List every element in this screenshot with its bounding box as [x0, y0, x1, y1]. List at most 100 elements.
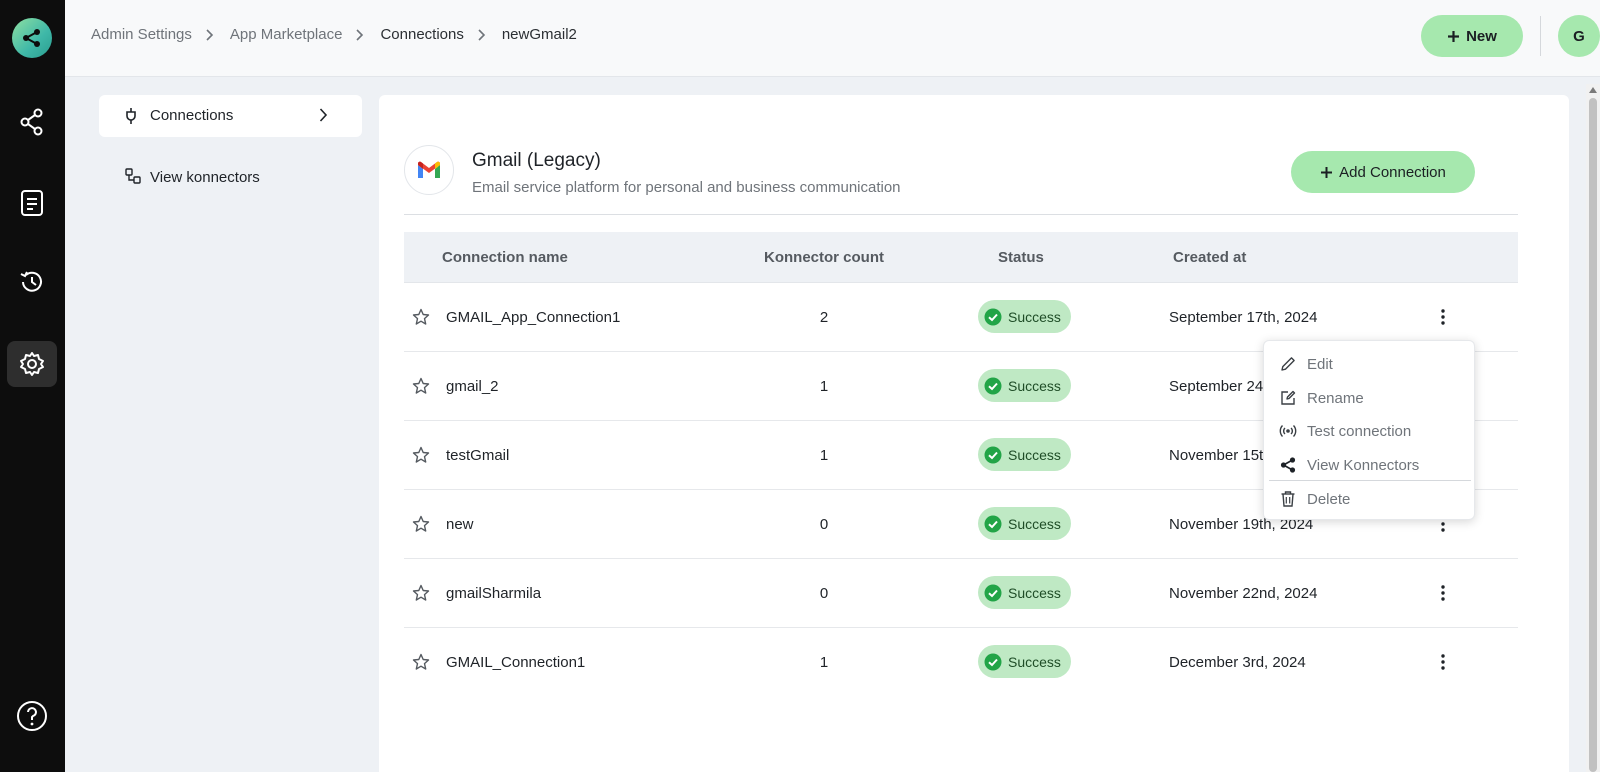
status-badge: Success [978, 369, 1071, 402]
star-icon[interactable] [412, 584, 430, 602]
row-actions-menu: Edit Rename Test connection View Konnect… [1263, 340, 1475, 520]
logo-share-icon [23, 29, 40, 47]
app-title: Gmail (Legacy) [472, 150, 601, 171]
left-rail [0, 0, 65, 772]
star-icon[interactable] [412, 377, 430, 395]
konnector-count: 0 [819, 516, 829, 533]
check-circle-icon [984, 308, 1002, 325]
new-button-label: New [1466, 27, 1497, 45]
menu-item-edit[interactable]: Edit [1264, 347, 1476, 381]
gmail-icon [418, 161, 440, 178]
rail-help-button[interactable] [7, 693, 57, 739]
history-icon [20, 271, 42, 292]
created-at: September 17th, 2024 [1169, 309, 1318, 326]
more-options-icon[interactable] [1431, 650, 1455, 674]
connection-name: new [446, 516, 474, 533]
more-options-icon[interactable] [1431, 581, 1455, 605]
status-label: Success [1008, 515, 1061, 532]
konnectors-icon [20, 108, 43, 136]
status-badge: Success [978, 576, 1071, 609]
column-created-at[interactable]: Created at [1173, 249, 1246, 266]
chevron-right-icon [478, 28, 488, 42]
menu-item-view-konnectors[interactable]: View Konnectors [1264, 448, 1476, 482]
page-scrollbar[interactable] [1586, 84, 1600, 772]
add-connection-button[interactable]: Add Connection [1291, 151, 1475, 193]
breadcrumb-connections[interactable]: Connections [380, 26, 463, 43]
star-icon[interactable] [412, 653, 430, 671]
connection-name: GMAIL_App_Connection1 [446, 309, 621, 326]
menu-item-label: Edit [1307, 356, 1333, 373]
status-badge: Success [978, 438, 1071, 471]
menu-item-delete[interactable]: Delete [1264, 482, 1476, 516]
avatar[interactable]: G [1558, 15, 1600, 57]
column-connection-name[interactable]: Connection name [442, 249, 568, 266]
subnav-connections-label: Connections [150, 107, 234, 124]
scroll-up-icon[interactable] [1589, 87, 1597, 93]
divider [404, 214, 1518, 215]
check-circle-icon [984, 584, 1002, 601]
header-divider [1540, 16, 1541, 56]
table-header: Connection name Konnector count Status C… [404, 232, 1518, 283]
more-options-icon[interactable] [1431, 305, 1455, 329]
new-button[interactable]: New [1421, 15, 1523, 57]
subnav-connections[interactable]: Connections [99, 95, 362, 137]
star-icon[interactable] [412, 515, 430, 533]
konnector-count: 0 [819, 585, 829, 602]
connection-name: GMAIL_Connection1 [446, 654, 586, 671]
column-status[interactable]: Status [998, 249, 1044, 266]
menu-item-rename[interactable]: Rename [1264, 381, 1476, 415]
konnector-count: 2 [819, 309, 829, 326]
subnav-view-konnectors-label: View konnectors [150, 169, 260, 186]
status-badge: Success [978, 300, 1071, 333]
menu-item-test-connection[interactable]: Test connection [1264, 414, 1476, 448]
menu-item-label: Delete [1307, 491, 1351, 508]
created-at: December 3rd, 2024 [1169, 654, 1306, 671]
connection-name: gmailSharmila [446, 585, 542, 602]
share-icon [1280, 457, 1296, 473]
breadcrumb-current: newGmail2 [501, 26, 577, 43]
menu-item-label: View Konnectors [1307, 457, 1420, 474]
connection-name: gmail_2 [446, 378, 499, 395]
created-at: November 22nd, 2024 [1169, 585, 1318, 602]
chevron-right-icon [206, 28, 216, 42]
star-icon[interactable] [412, 446, 430, 464]
status-label: Success [1008, 377, 1061, 394]
pencil-icon [1281, 357, 1295, 371]
menu-item-label: Test connection [1307, 423, 1412, 440]
breadcrumb: Admin Settings App Marketplace Connectio… [91, 26, 577, 43]
gear-icon [20, 352, 44, 376]
rail-konnectors-button[interactable] [7, 99, 57, 145]
status-badge: Success [978, 645, 1071, 678]
connection-name: testGmail [446, 447, 510, 464]
chevron-right-icon [319, 108, 328, 122]
check-circle-icon [984, 377, 1002, 394]
plus-icon [1448, 30, 1460, 42]
created-at: November 15t [1169, 447, 1264, 464]
status-label: Success [1008, 308, 1061, 325]
table-row[interactable]: GMAIL_Connection1 1 Success December 3rd… [404, 628, 1518, 697]
gmail-logo [404, 145, 454, 195]
document-icon [21, 190, 43, 216]
check-circle-icon [984, 653, 1002, 670]
breadcrumb-admin-settings[interactable]: Admin Settings [91, 26, 192, 43]
top-bar: Admin Settings App Marketplace Connectio… [65, 0, 1600, 77]
menu-item-label: Rename [1307, 390, 1364, 407]
konnectors-small-icon [125, 168, 141, 184]
column-konnector-count[interactable]: Konnector count [764, 249, 884, 266]
breadcrumb-app-marketplace[interactable]: App Marketplace [230, 26, 343, 43]
rail-history-button[interactable] [7, 259, 57, 305]
plus-icon [1321, 166, 1333, 178]
rail-logs-button[interactable] [7, 180, 57, 226]
table-row[interactable]: gmailSharmila 0 Success November 22nd, 2… [404, 559, 1518, 628]
plug-icon [126, 108, 136, 124]
app-logo[interactable] [12, 18, 52, 58]
rail-settings-button[interactable] [7, 341, 57, 387]
status-label: Success [1008, 446, 1061, 463]
star-icon[interactable] [412, 308, 430, 326]
scrollbar-thumb[interactable] [1589, 98, 1597, 772]
konnector-count: 1 [819, 654, 829, 671]
chevron-right-icon [356, 28, 366, 42]
subnav-view-konnectors[interactable]: View konnectors [99, 155, 362, 197]
rename-icon [1281, 390, 1296, 405]
menu-divider [1269, 480, 1471, 481]
